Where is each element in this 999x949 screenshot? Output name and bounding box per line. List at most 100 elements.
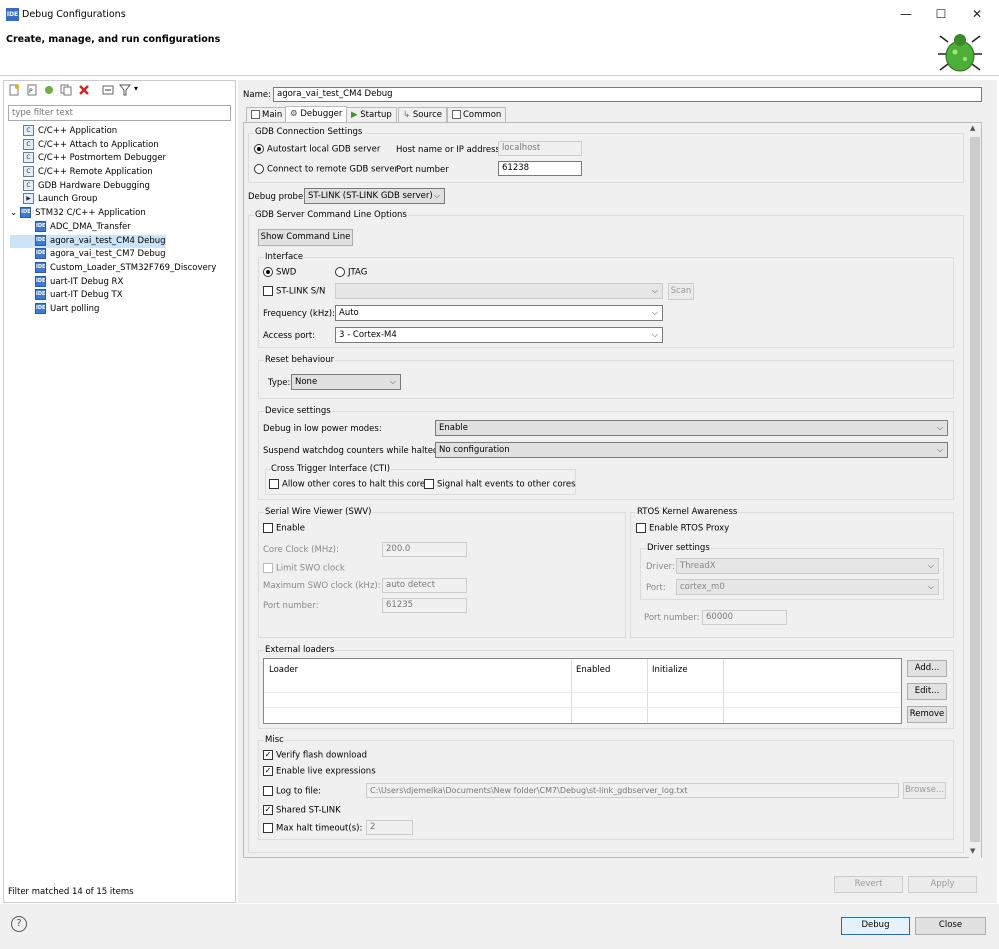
stm32-config-icon: IDE — [35, 302, 46, 314]
remove-loader-button[interactable]: Remove — [907, 706, 947, 723]
minimize-button[interactable]: — — [888, 4, 924, 24]
maximize-button[interactable]: ☐ — [923, 4, 959, 24]
c-config-icon: C — [23, 166, 34, 178]
verify-flash-checkbox[interactable]: ✓ Verify flash download — [263, 750, 367, 761]
checkbox-icon — [263, 786, 273, 796]
driver-select[interactable]: ThreadX ⌵ — [676, 558, 939, 574]
tab-debugger[interactable]: ⚙ Debugger — [285, 106, 348, 122]
tree-item[interactable]: IDE uart-IT Debug TX — [10, 289, 123, 302]
checkmark-icon: ✓ — [263, 805, 273, 815]
reset-type-label: Type: — [268, 378, 291, 388]
log-file-field[interactable]: C:\Users\djemelka\Documents\New folder\C… — [366, 783, 899, 798]
revert-button[interactable]: Revert — [834, 876, 903, 893]
rtos-enable-checkbox[interactable]: Enable RTOS Proxy — [636, 523, 729, 534]
name-field[interactable]: agora_vai_test_CM4 Debug — [273, 87, 982, 102]
swv-enable-checkbox[interactable]: Enable — [263, 523, 305, 534]
collapse-all-icon[interactable] — [102, 84, 114, 96]
tree-item-label: Uart polling — [50, 303, 100, 314]
debug-button[interactable]: Debug — [841, 917, 910, 935]
scroll-thumb[interactable] — [970, 137, 980, 842]
new-prototype-icon[interactable]: P — [26, 84, 38, 96]
max-halt-field[interactable]: 2 — [366, 820, 413, 835]
browse-button[interactable]: Browse... — [903, 782, 946, 799]
reset-type-select[interactable]: None ⌵ — [291, 374, 401, 390]
tab-common[interactable]: Common — [447, 107, 507, 122]
tree-item[interactable]: IDE Uart polling — [10, 302, 100, 316]
tree-item[interactable]: IDE ADC_DMA_Transfer — [10, 220, 131, 234]
rtos-portnum-field[interactable]: 60000 — [702, 610, 787, 625]
tree-item[interactable]: C GDB Hardware Debugging — [10, 179, 150, 193]
host-field[interactable]: localhost — [498, 141, 582, 156]
cti-allow-checkbox[interactable]: Allow other cores to halt this core — [269, 479, 425, 490]
jtag-radio[interactable]: JTAG — [335, 267, 367, 278]
cti-signal-checkbox[interactable]: Signal halt events to other cores — [424, 479, 576, 490]
remote-radio[interactable]: Connect to remote GDB server — [254, 164, 398, 175]
c-config-icon: C — [23, 138, 34, 150]
swv-port-field[interactable]: 61235 — [382, 598, 467, 613]
checkbox-icon — [269, 479, 279, 489]
chevron-down-icon: ⌵ — [389, 377, 396, 386]
edit-loader-button[interactable]: Edit... — [907, 683, 947, 700]
close-window-button[interactable]: ✕ — [959, 4, 995, 24]
scan-button[interactable]: Scan — [668, 283, 694, 300]
max-halt-checkbox[interactable]: Max halt timeout(s): — [263, 823, 362, 834]
help-icon[interactable]: ? — [11, 916, 27, 932]
tree-item[interactable]: C C/C++ Attach to Application — [10, 138, 159, 152]
frequency-select[interactable]: Auto ⌵ — [335, 305, 663, 321]
tab-source[interactable]: ↳ Source — [398, 107, 448, 122]
checkbox-icon — [636, 523, 646, 533]
port-field[interactable]: 61238 — [498, 161, 582, 176]
rtos-port-select[interactable]: cortex_m0 ⌵ — [676, 579, 939, 595]
core-clock-field[interactable]: 200.0 — [382, 542, 467, 557]
scroll-up-icon[interactable]: ▲ — [970, 124, 975, 132]
add-loader-button[interactable]: Add... — [907, 660, 947, 677]
new-config-icon[interactable] — [8, 84, 20, 96]
debug-probe-select[interactable]: ST-LINK (ST-LINK GDB server) ⌵ — [304, 188, 445, 204]
window-title: Debug Configurations — [22, 9, 126, 20]
tree-item[interactable]: IDE uart-IT Debug RX — [10, 275, 123, 289]
stlink-sn-checkbox[interactable]: ST-LINK S/N — [263, 286, 325, 297]
swv-title: Serial Wire Viewer (SWV) — [264, 507, 373, 517]
delete-icon[interactable] — [78, 84, 90, 96]
tab-startup[interactable]: ▶ Startup — [346, 107, 397, 122]
low-power-select[interactable]: Enable ⌵ — [435, 420, 948, 436]
view-menu-chevron-icon[interactable]: ▾ — [134, 84, 146, 96]
duplicate-icon[interactable] — [60, 84, 72, 96]
access-port-select[interactable]: 3 - Cortex-M4 ⌵ — [335, 327, 663, 343]
filter-icon[interactable] — [118, 84, 132, 96]
autostart-radio[interactable]: Autostart local GDB server — [254, 144, 380, 155]
tab-main[interactable]: Main — [246, 107, 288, 122]
tree-item[interactable]: IDE agora_vai_test_CM4 Debug — [10, 234, 166, 248]
live-expressions-checkbox[interactable]: ✓ Enable live expressions — [263, 766, 376, 777]
svg-text:P: P — [29, 88, 33, 95]
show-command-line-button[interactable]: Show Command Line — [258, 229, 353, 246]
tree-item[interactable]: C C/C++ Postmortem Debugger — [10, 152, 166, 165]
reset-behaviour-title: Reset behaviour — [264, 355, 336, 365]
tree-item[interactable]: IDE Custom_Loader_STM32F769_Discovery — [10, 261, 216, 275]
tree-item[interactable]: C C/C++ Application — [10, 125, 117, 138]
expand-chevron-icon[interactable]: ⌄ — [10, 208, 17, 218]
swd-radio[interactable]: SWD — [263, 267, 296, 278]
rtos-port-label: Port: — [646, 583, 666, 593]
tree-item[interactable]: ⌄ IDE STM32 C/C++ Application — [10, 207, 146, 220]
scroll-down-icon[interactable]: ▼ — [970, 847, 975, 855]
log-to-file-checkbox[interactable]: Log to file: — [263, 786, 321, 797]
max-swo-field[interactable]: auto detect — [382, 578, 467, 593]
stm32-config-icon: IDE — [35, 289, 46, 301]
loaders-column-enabled[interactable]: Enabled — [576, 665, 610, 675]
tree-item[interactable]: IDE agora_vai_test_CM7 Debug — [10, 248, 166, 261]
watchdog-select[interactable]: No configuration ⌵ — [435, 442, 948, 458]
export-icon[interactable] — [43, 84, 55, 96]
shared-stlink-checkbox[interactable]: ✓ Shared ST-LINK — [263, 805, 341, 816]
apply-button[interactable]: Apply — [908, 876, 977, 893]
limit-swo-checkbox[interactable]: Limit SWO clock — [263, 563, 345, 574]
stlink-sn-select[interactable]: ⌵ — [335, 283, 663, 299]
loaders-column-loader[interactable]: Loader — [269, 665, 298, 675]
tree-item[interactable]: ▶ Launch Group — [10, 193, 97, 206]
core-clock-label: Core Clock (MHz): — [263, 545, 339, 555]
filter-input[interactable]: type filter text — [8, 105, 231, 121]
close-button[interactable]: Close — [915, 917, 986, 935]
tree-item[interactable]: C C/C++ Remote Application — [10, 166, 153, 179]
device-settings-title: Device settings — [264, 406, 332, 416]
loaders-column-initialize[interactable]: Initialize — [652, 665, 688, 675]
